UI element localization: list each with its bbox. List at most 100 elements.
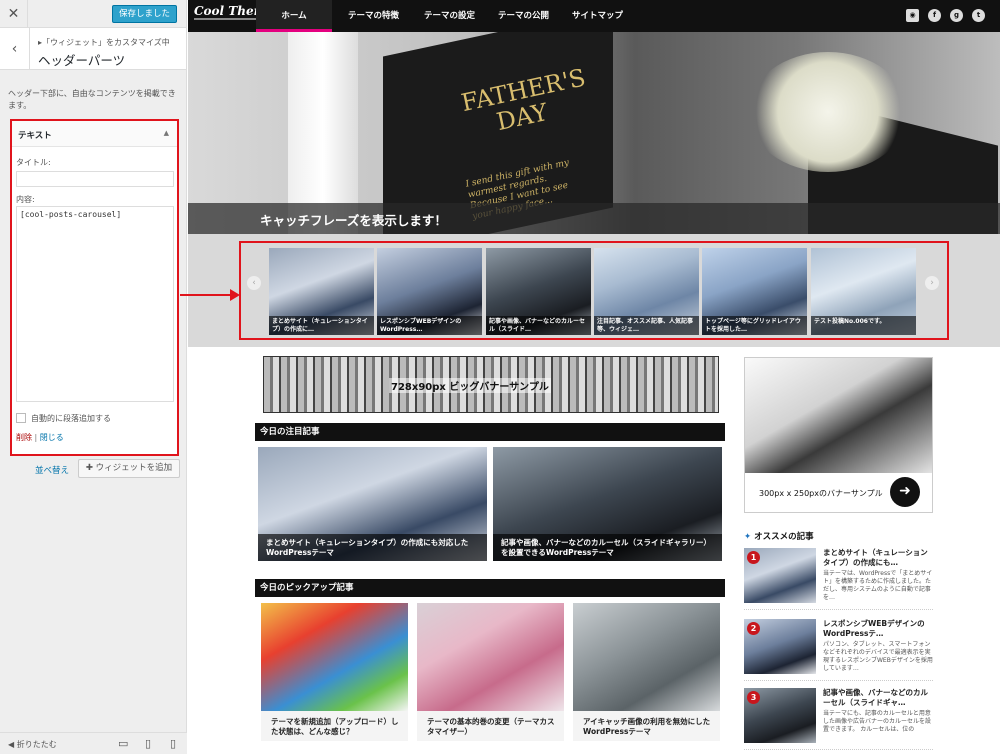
sparkle-icon: ✦ [744, 532, 752, 542]
featured-caption: まとめサイト（キュレーションタイプ）の作成にも対応したWordPressテーマ [258, 534, 487, 561]
twitter-icon[interactable]: t [972, 9, 985, 22]
mobile-preview-icon[interactable]: ▯ [170, 737, 176, 750]
carousel-slide[interactable]: トップページ等にグリッドレイアウトを採用した… [702, 248, 807, 335]
collapse-label: 折りたたむ [16, 740, 57, 749]
carousel-caption: レスポンシブWEBデザインのWordPress… [377, 316, 482, 335]
pickup-heading: 今日のピックアップ記事 [255, 579, 725, 597]
rank-badge: 2 [747, 622, 760, 635]
carousel-caption: テスト投稿No.006です。 [811, 316, 916, 335]
carousel-slide[interactable]: 注目記事、オススメ記事、人気記事等、ウィジェ… [594, 248, 699, 335]
recommend-thumbnail: 3 [744, 688, 816, 743]
side-banner[interactable]: 300px x 250pxのバナーサンプル ➜ [744, 357, 933, 513]
close-icon[interactable]: ✕ [0, 0, 28, 28]
facebook-icon[interactable]: f [928, 9, 941, 22]
save-button[interactable]: 保存しました [111, 5, 177, 23]
carousel-slide[interactable]: レスポンシブWEBデザインのWordPress… [377, 248, 482, 335]
catchphrase-bar: キャッチフレーズを表示します！ [188, 203, 1000, 234]
pickup-caption: テーマを新規追加（アップロード）した状態は、どんな感じ？ [271, 717, 399, 736]
content-label: 内容: [16, 195, 35, 204]
side-banner-image [745, 358, 932, 473]
nav-sitemap[interactable]: サイトマップ [572, 0, 623, 32]
nav-home[interactable]: ホーム [256, 0, 332, 32]
auto-paragraph-checkbox[interactable] [16, 413, 26, 423]
side-banner-label: 300px x 250pxのバナーサンプル [759, 489, 883, 498]
annotation-arrow-head [230, 289, 240, 301]
widget-actions: 削除 | 閉じる [16, 432, 64, 443]
section-description: ヘッダー下部に、自由なコンテンツを掲載できます。 [8, 89, 176, 110]
recommend-excerpt: 当テーマは、WordPressで「まとめサイト」を構築するために作成しました。た… [823, 570, 933, 601]
carousel-caption: 注目記事、オススメ記事、人気記事等、ウィジェ… [594, 316, 699, 335]
pickup-post[interactable]: テーマの基本的巻の変更（テーマカスタマイザー） [417, 603, 564, 741]
section-title: ヘッダーパーツ [38, 53, 126, 68]
text-widget-panel: テキスト ▲ タイトル: 内容: [cool-posts-carousel] 自… [10, 119, 179, 456]
triangle-up-icon[interactable]: ▲ [164, 129, 169, 137]
recommend-title[interactable]: まとめサイト（キュレーションタイプ）の作成にも… [823, 548, 933, 568]
widget-title: テキスト [18, 131, 52, 141]
pickup-caption: アイキャッチ画像の利用を無効にしたWordPressテーマ [583, 717, 711, 736]
reorder-link[interactable]: 並べ替え [35, 464, 69, 476]
hero-image: FATHER'S DAY I send this gift with my wa… [188, 32, 1000, 234]
carousel-caption: まとめサイト（キュレーションタイプ）の作成に… [269, 316, 374, 335]
widget-header[interactable]: テキスト ▲ [12, 121, 177, 147]
carousel-caption: トップページ等にグリッドレイアウトを採用した… [702, 316, 807, 335]
google-plus-icon[interactable]: g [950, 9, 963, 22]
recommend-thumbnail: 2 [744, 619, 816, 674]
recommend-excerpt: パソコン、タブレット、スマートフォンなどそれぞれのデバイスで最適表示を実現するレ… [823, 641, 933, 672]
title-label: タイトル: [16, 158, 51, 167]
customizer-footer: ◀ 折りたたむ ▭ ▯ ▯ [0, 732, 187, 754]
rss-icon[interactable]: ◉ [906, 9, 919, 22]
nav-features[interactable]: テーマの特徴 [348, 0, 399, 32]
pickup-post[interactable]: アイキャッチ画像の利用を無効にしたWordPressテーマ [573, 603, 720, 741]
add-widget-button[interactable]: ✚ ウィジェットを追加 [78, 459, 180, 478]
carousel-slide[interactable]: テスト投稿No.006です。 [811, 248, 916, 335]
widget-title-input[interactable] [16, 171, 174, 187]
arrow-right-icon[interactable]: ➜ [890, 477, 920, 507]
customizer-sidebar: ✕ 保存しました ‹ ▸「ウィジェット」をカスタマイズ中 ヘッダーパーツ ヘッダ… [0, 0, 187, 754]
featured-post[interactable]: 記事や画像、バナーなどのカルーセル（スライドギャラリー）を設置できるWordPr… [493, 447, 722, 561]
recommend-thumbnail: 1 [744, 548, 816, 603]
breadcrumb: ▸「ウィジェット」をカスタマイズ中 [38, 38, 170, 47]
recommend-title[interactable]: 記事や画像、バナーなどのカルーセル（スライドギャ… [823, 688, 933, 708]
back-chevron-icon[interactable]: ‹ [0, 28, 30, 70]
hero-bow [748, 52, 908, 172]
carousel-highlight-box: まとめサイト（キュレーションタイプ）の作成に… レスポンシブWEBデザインのWo… [239, 241, 949, 340]
recommend-title[interactable]: レスポンシブWEBデザインのWordPressテ… [823, 619, 933, 639]
plus-icon: ✚ [85, 463, 93, 473]
carousel-caption: 記事や画像、バナーなどのカルーセル（スライド… [486, 316, 591, 335]
featured-caption: 記事や画像、バナーなどのカルーセル（スライドギャラリー）を設置できるWordPr… [493, 534, 722, 561]
pickup-caption: テーマの基本的巻の変更（テーマカスタマイザー） [427, 717, 555, 736]
pickup-thumbnail [573, 603, 720, 711]
collapse-arrow-icon: ◀ [8, 740, 15, 749]
pickup-thumbnail [417, 603, 564, 711]
big-banner[interactable]: 728x90px ビッグバナーサンプル [263, 356, 719, 413]
recommend-excerpt: 当テーマにも、記事のカルーセルと用意した画像や広告バナーのカルーセルを設置できま… [823, 710, 932, 733]
site-preview: Cool Theme ホーム テーマの特徴 テーマの設定 テーマの公開 サイトマ… [188, 0, 1000, 754]
carousel-slide[interactable]: まとめサイト（キュレーションタイプ）の作成に… [269, 248, 374, 335]
carousel-slide[interactable]: 記事や画像、バナーなどのカルーセル（スライド… [486, 248, 591, 335]
catchphrase: キャッチフレーズを表示します！ [260, 213, 447, 228]
pickup-thumbnail [261, 603, 408, 711]
widget-content-textarea[interactable]: [cool-posts-carousel] [16, 206, 174, 402]
recommend-item[interactable]: 3 記事や画像、バナーなどのカルーセル（スライドギャ… 当テーマにも、記事のカル… [744, 688, 933, 750]
collapse-button[interactable]: ◀ 折りたたむ [8, 739, 57, 750]
recommend-item[interactable]: 2 レスポンシブWEBデザインのWordPressテ… パソコン、タブレット、ス… [744, 619, 933, 681]
rank-badge: 1 [747, 551, 760, 564]
pickup-post[interactable]: テーマを新規追加（アップロード）した状態は、どんな感じ？ [261, 603, 408, 741]
rank-badge: 3 [747, 691, 760, 704]
featured-post[interactable]: まとめサイト（キュレーションタイプ）の作成にも対応したWordPressテーマ [258, 447, 487, 561]
add-widget-label: ウィジェットを追加 [95, 463, 173, 473]
customizer-topbar: ✕ 保存しました [0, 0, 186, 28]
recommend-item[interactable]: 1 まとめサイト（キュレーションタイプ）の作成にも… 当テーマは、WordPre… [744, 548, 933, 610]
posts-carousel: ‹ › まとめサイト（キュレーションタイプ）の作成に… レスポンシブWEBデザイ… [188, 234, 1000, 347]
nav-settings[interactable]: テーマの設定 [424, 0, 475, 32]
recommend-heading: ✦ オススメの記事 [744, 532, 814, 542]
tablet-preview-icon[interactable]: ▯ [145, 737, 151, 750]
link-separator: | [34, 433, 38, 442]
nav-publish[interactable]: テーマの公開 [498, 0, 549, 32]
auto-paragraph-label: 自動的に段落追加する [31, 414, 111, 423]
delete-link[interactable]: 削除 [16, 433, 32, 442]
desktop-preview-icon[interactable]: ▭ [118, 737, 128, 750]
close-link[interactable]: 閉じる [40, 433, 64, 442]
big-banner-label: 728x90px ビッグバナーサンプル [389, 378, 551, 393]
featured-heading: 今日の注目記事 [255, 423, 725, 441]
